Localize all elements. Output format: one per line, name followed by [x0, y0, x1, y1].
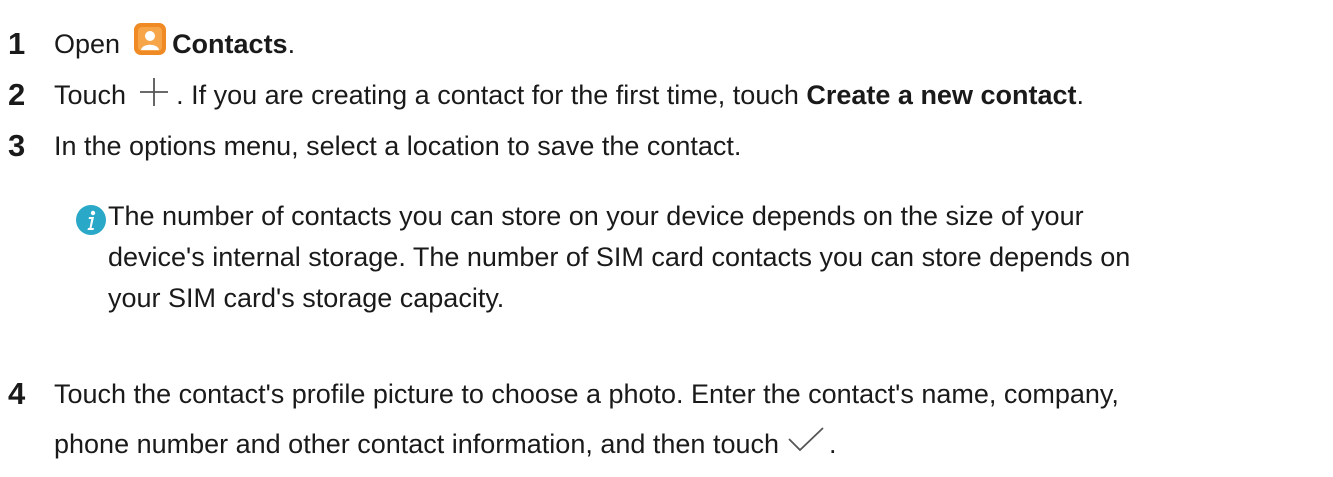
check-icon — [787, 425, 825, 455]
note-line-2: device's internal storage. The number of… — [108, 242, 1131, 272]
period: . — [287, 29, 296, 59]
step-text: Open Contacts. — [54, 22, 296, 62]
create-new-contact-label: Create a new contact — [806, 80, 1077, 110]
step-text: In the options menu, select a location t… — [54, 131, 742, 161]
note-line-1: The number of contacts you can store on … — [108, 201, 1084, 231]
step-number: 1 — [8, 26, 26, 61]
contacts-app-name: Contacts — [172, 29, 288, 59]
step-text: Touch . If you are creating a contact for… — [54, 76, 1084, 113]
step-text-line-1: Touch the contact's profile picture to c… — [54, 379, 1119, 409]
period: . — [1076, 80, 1084, 110]
step-text-middle: . If you are creating a contact for the … — [176, 80, 799, 110]
step-text-line-2-content: phone number and other contact informati… — [54, 429, 779, 459]
step-text-line-2: phone number and other contact informati… — [54, 427, 837, 461]
period: . — [829, 429, 837, 459]
info-icon — [76, 205, 106, 235]
step-number: 4 — [8, 376, 26, 411]
step-number: 2 — [8, 77, 26, 112]
info-note: The number of contacts you can store on … — [108, 196, 1130, 319]
note-line-3: your SIM card's storage capacity. — [108, 283, 505, 313]
step-text-open: Open — [54, 29, 121, 59]
contacts-icon — [134, 22, 167, 55]
plus-icon — [138, 76, 170, 108]
step-text-touch: Touch — [54, 80, 127, 110]
step-number: 3 — [8, 128, 26, 163]
